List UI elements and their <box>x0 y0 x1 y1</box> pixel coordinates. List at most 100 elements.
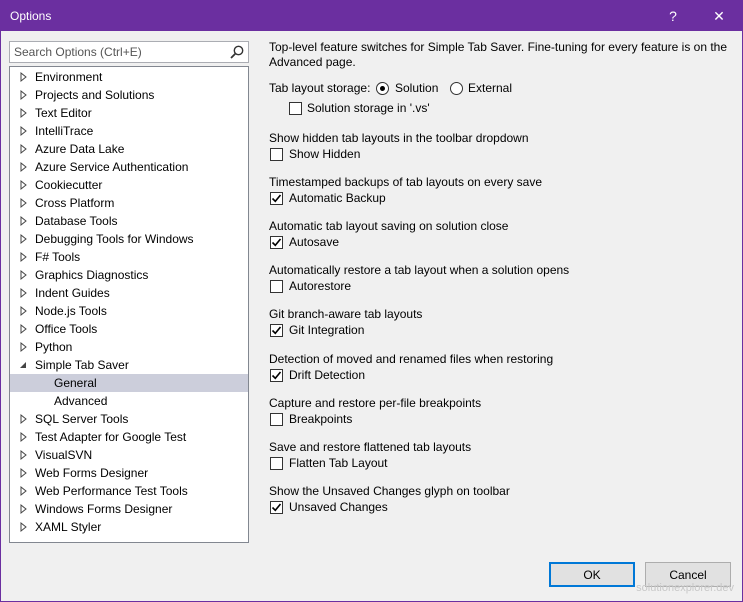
tree-item[interactable]: Projects and Solutions <box>10 86 248 104</box>
collapsed-arrow-icon[interactable] <box>19 140 29 158</box>
storage-radio-label[interactable]: External <box>468 80 512 96</box>
tree-item-label: Node.js Tools <box>35 304 107 318</box>
storage-radio-external[interactable] <box>450 82 463 95</box>
collapsed-arrow-icon[interactable] <box>19 104 29 122</box>
setting-checkbox[interactable] <box>270 236 283 249</box>
setting-checkbox-label[interactable]: Git Integration <box>289 322 364 338</box>
tree-item[interactable]: Azure Data Lake <box>10 140 248 158</box>
collapsed-arrow-icon[interactable] <box>19 122 29 140</box>
tree-item[interactable]: Graphics Diagnostics <box>10 266 248 284</box>
tree-item[interactable]: VisualSVN <box>10 446 248 464</box>
ok-button[interactable]: OK <box>549 562 635 587</box>
tree-item-label: Text Editor <box>35 106 92 120</box>
storage-radio-label[interactable]: Solution <box>395 80 438 96</box>
vs-storage-checkbox[interactable] <box>289 102 302 115</box>
tree-item[interactable]: General <box>10 374 248 392</box>
collapsed-arrow-icon[interactable] <box>19 482 29 500</box>
setting-checkbox-label[interactable]: Autosave <box>289 234 339 250</box>
setting-checkbox[interactable] <box>270 501 283 514</box>
setting-checkbox-label[interactable]: Breakpoints <box>289 411 352 427</box>
tree-item-label: F# Tools <box>35 250 81 264</box>
setting-heading: Detection of moved and renamed files whe… <box>269 352 554 366</box>
collapsed-arrow-icon[interactable] <box>19 410 29 428</box>
tree-item[interactable]: SQL Server Tools <box>10 410 248 428</box>
collapsed-arrow-icon[interactable] <box>19 320 29 338</box>
tree-item[interactable]: Node.js Tools <box>10 302 248 320</box>
setting-checkbox[interactable] <box>270 369 283 382</box>
tree-item-label: General <box>54 376 97 390</box>
setting-checkbox[interactable] <box>270 280 283 293</box>
tree-item-label: Windows Forms Designer <box>35 502 173 516</box>
setting-checkbox-label[interactable]: Automatic Backup <box>289 190 386 206</box>
setting-checkbox[interactable] <box>270 457 283 470</box>
tree-item[interactable]: Web Forms Designer <box>10 464 248 482</box>
options-tree[interactable]: Environment Projects and Solutions Text Ed… <box>9 66 249 543</box>
setting-checkbox[interactable] <box>270 148 283 161</box>
collapsed-arrow-icon[interactable] <box>19 338 29 356</box>
search-input[interactable] <box>10 42 226 62</box>
tree-item[interactable]: Simple Tab Saver <box>10 356 248 374</box>
collapsed-arrow-icon[interactable] <box>19 464 29 482</box>
tree-item-label: Azure Service Authentication <box>35 160 189 174</box>
collapsed-arrow-icon[interactable] <box>19 266 29 284</box>
tree-item[interactable]: Test Adapter for Google Test <box>10 428 248 446</box>
tree-item[interactable]: Cross Platform <box>10 194 248 212</box>
collapsed-arrow-icon[interactable] <box>19 248 29 266</box>
expanded-arrow-icon[interactable] <box>19 356 29 374</box>
tree-item[interactable]: Python <box>10 338 248 356</box>
collapsed-arrow-icon[interactable] <box>19 428 29 446</box>
close-button[interactable]: ✕ <box>696 1 742 31</box>
tree-item-label: Test Adapter for Google Test <box>35 430 187 444</box>
collapsed-arrow-icon[interactable] <box>19 158 29 176</box>
help-icon: ? <box>669 8 677 24</box>
collapsed-arrow-icon[interactable] <box>19 302 29 320</box>
title-bar[interactable]: Options ? ✕ <box>1 1 742 31</box>
setting-checkbox-label[interactable]: Drift Detection <box>289 367 365 383</box>
collapsed-arrow-icon[interactable] <box>19 68 29 86</box>
collapsed-arrow-icon[interactable] <box>19 446 29 464</box>
tree-item[interactable]: Advanced <box>10 392 248 410</box>
tree-item[interactable]: F# Tools <box>10 248 248 266</box>
setting-checkbox-label[interactable]: Autorestore <box>289 278 351 294</box>
tree-item[interactable]: Environment <box>10 68 248 86</box>
collapsed-arrow-icon[interactable] <box>19 518 29 536</box>
search-icon[interactable] <box>229 44 245 60</box>
collapsed-arrow-icon[interactable] <box>19 500 29 518</box>
tree-item-label: SQL Server Tools <box>35 412 129 426</box>
setting-checkbox-label[interactable]: Show Hidden <box>289 146 360 162</box>
collapsed-arrow-icon[interactable] <box>19 86 29 104</box>
setting-heading: Automatic tab layout saving on solution … <box>269 219 509 233</box>
tree-item[interactable]: Windows Forms Designer <box>10 500 248 518</box>
collapsed-arrow-icon[interactable] <box>19 212 29 230</box>
setting-checkbox-label[interactable]: Unsaved Changes <box>289 499 388 515</box>
storage-radio-solution[interactable] <box>376 82 389 95</box>
tree-item[interactable]: Database Tools <box>10 212 248 230</box>
storage-label: Tab layout storage: <box>269 81 371 95</box>
setting-checkbox[interactable] <box>270 324 283 337</box>
window-title: Options <box>10 9 52 23</box>
tree-item[interactable]: Azure Service Authentication <box>10 158 248 176</box>
tree-item-label: Office Tools <box>35 322 98 336</box>
vs-storage-label[interactable]: Solution storage in '.vs' <box>307 100 430 116</box>
setting-heading: Capture and restore per-file breakpoints <box>269 396 482 410</box>
help-button[interactable]: ? <box>650 1 696 31</box>
tree-item[interactable]: Cookiecutter <box>10 176 248 194</box>
collapsed-arrow-icon[interactable] <box>19 284 29 302</box>
tree-item[interactable]: Office Tools <box>10 320 248 338</box>
setting-heading: Timestamped backups of tab layouts on ev… <box>269 175 543 189</box>
tree-item[interactable]: Debugging Tools for Windows <box>10 230 248 248</box>
setting-checkbox[interactable] <box>270 192 283 205</box>
tree-item[interactable]: Text Editor <box>10 104 248 122</box>
collapsed-arrow-icon[interactable] <box>19 230 29 248</box>
setting-checkbox-label[interactable]: Flatten Tab Layout <box>289 455 388 471</box>
collapsed-arrow-icon[interactable] <box>19 194 29 212</box>
tree-item-label: Advanced <box>54 394 108 408</box>
setting-checkbox[interactable] <box>270 413 283 426</box>
tree-item[interactable]: Indent Guides <box>10 284 248 302</box>
tree-item[interactable]: Web Performance Test Tools <box>10 482 248 500</box>
search-box <box>9 41 249 63</box>
collapsed-arrow-icon[interactable] <box>19 176 29 194</box>
tree-item[interactable]: IntelliTrace <box>10 122 248 140</box>
page-description: Top-level feature switches for Simple Ta… <box>269 40 728 69</box>
tree-item[interactable]: XAML Styler <box>10 518 248 536</box>
